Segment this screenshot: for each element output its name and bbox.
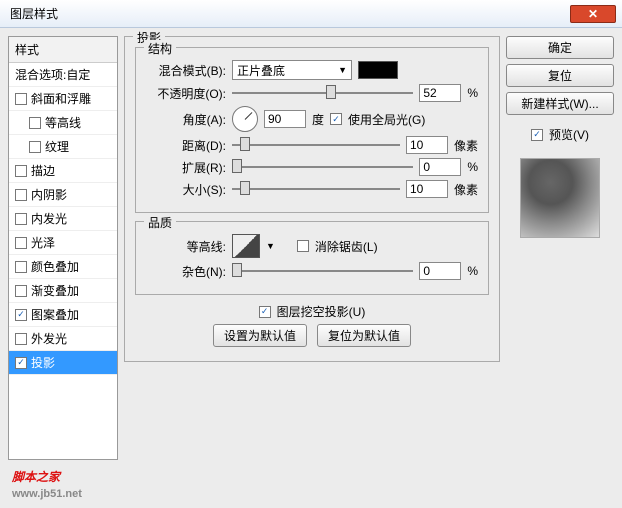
blend-mode-label: 混合模式(B): (146, 62, 226, 79)
style-item-label: 斜面和浮雕 (31, 90, 91, 107)
blend-options-item[interactable]: 混合选项:自定 (9, 63, 117, 87)
style-item-label: 描边 (31, 162, 55, 179)
spread-label: 扩展(R): (146, 159, 226, 176)
new-style-button[interactable]: 新建样式(W)... (506, 92, 614, 115)
noise-slider[interactable] (232, 263, 413, 279)
knockout-label: 图层挖空投影(U) (277, 303, 366, 320)
style-item[interactable]: 渐变叠加 (9, 279, 117, 303)
opacity-input[interactable] (419, 84, 461, 102)
antialias-checkbox[interactable] (297, 240, 309, 252)
style-item[interactable]: 颜色叠加 (9, 255, 117, 279)
size-slider[interactable] (232, 181, 400, 197)
size-input[interactable] (406, 180, 448, 198)
style-checkbox[interactable] (15, 261, 27, 273)
chevron-down-icon[interactable]: ▼ (266, 241, 275, 251)
style-item-label: 投影 (31, 354, 55, 371)
unit-percent: % (467, 264, 478, 278)
style-checkbox[interactable] (15, 333, 27, 345)
chevron-down-icon: ▼ (338, 65, 347, 75)
style-item-label: 内阴影 (31, 186, 67, 203)
style-item[interactable]: 描边 (9, 159, 117, 183)
style-item[interactable]: 外发光 (9, 327, 117, 351)
style-checkbox[interactable] (15, 93, 27, 105)
unit-px: 像素 (454, 137, 478, 154)
preview-label: 预览(V) (549, 126, 589, 143)
style-checkbox[interactable] (29, 141, 41, 153)
style-item[interactable]: 等高线 (9, 111, 117, 135)
style-item-label: 等高线 (45, 114, 81, 131)
unit-percent: % (467, 160, 478, 174)
blend-mode-value: 正片叠底 (237, 62, 285, 79)
style-checkbox[interactable]: ✓ (15, 357, 27, 369)
global-light-checkbox[interactable]: ✓ (330, 113, 342, 125)
close-button[interactable]: ✕ (570, 5, 616, 23)
contour-label: 等高线: (146, 238, 226, 255)
window-title: 图层样式 (6, 5, 570, 22)
style-checkbox[interactable] (15, 213, 27, 225)
unit-degree: 度 (312, 111, 324, 128)
preview-thumbnail (520, 158, 600, 238)
opacity-slider[interactable] (232, 85, 413, 101)
reset-default-button[interactable]: 复位为默认值 (317, 324, 411, 347)
size-label: 大小(S): (146, 181, 226, 198)
distance-input[interactable] (406, 136, 448, 154)
style-item-label: 光泽 (31, 234, 55, 251)
noise-input[interactable] (419, 262, 461, 280)
ok-button[interactable]: 确定 (506, 36, 614, 59)
style-item-label: 颜色叠加 (31, 258, 79, 275)
style-checkbox[interactable] (15, 285, 27, 297)
style-item[interactable]: 光泽 (9, 231, 117, 255)
styles-list: 样式 混合选项:自定 斜面和浮雕等高线纹理描边内阴影内发光光泽颜色叠加渐变叠加 ✓… (8, 36, 118, 460)
style-checkbox[interactable] (15, 165, 27, 177)
blend-mode-dropdown[interactable]: 正片叠底 ▼ (232, 60, 352, 80)
style-item[interactable]: ✓ 投影 (9, 351, 117, 375)
global-light-label: 使用全局光(G) (348, 111, 425, 128)
shadow-color-swatch[interactable] (358, 61, 398, 79)
preview-checkbox[interactable]: ✓ (531, 129, 543, 141)
style-checkbox[interactable] (15, 237, 27, 249)
distance-label: 距离(D): (146, 137, 226, 154)
styles-header: 样式 (9, 37, 117, 63)
set-default-button[interactable]: 设置为默认值 (213, 324, 307, 347)
style-checkbox[interactable] (29, 117, 41, 129)
style-item-label: 内发光 (31, 210, 67, 227)
reset-button[interactable]: 复位 (506, 64, 614, 87)
spread-input[interactable] (419, 158, 461, 176)
angle-input[interactable] (264, 110, 306, 128)
contour-picker[interactable] (232, 234, 260, 258)
style-item-label: 渐变叠加 (31, 282, 79, 299)
style-checkbox[interactable] (15, 189, 27, 201)
unit-px: 像素 (454, 181, 478, 198)
unit-percent: % (467, 86, 478, 100)
style-item[interactable]: 斜面和浮雕 (9, 87, 117, 111)
style-item-label: 外发光 (31, 330, 67, 347)
style-item[interactable]: 纹理 (9, 135, 117, 159)
antialias-label: 消除锯齿(L) (315, 238, 378, 255)
style-item[interactable]: 内阴影 (9, 183, 117, 207)
distance-slider[interactable] (232, 137, 400, 153)
opacity-label: 不透明度(O): (146, 85, 226, 102)
knockout-checkbox[interactable]: ✓ (259, 306, 271, 318)
style-item[interactable]: ✓ 图案叠加 (9, 303, 117, 327)
quality-legend: 品质 (144, 214, 176, 231)
style-item-label: 纹理 (45, 138, 69, 155)
noise-label: 杂色(N): (146, 263, 226, 280)
structure-legend: 结构 (144, 40, 176, 57)
style-item[interactable]: 内发光 (9, 207, 117, 231)
style-item-label: 图案叠加 (31, 306, 79, 323)
style-checkbox[interactable]: ✓ (15, 309, 27, 321)
watermark: 脚本之家 www.jb51.net (12, 461, 82, 500)
angle-label: 角度(A): (146, 111, 226, 128)
spread-slider[interactable] (232, 159, 413, 175)
angle-dial[interactable] (232, 106, 258, 132)
